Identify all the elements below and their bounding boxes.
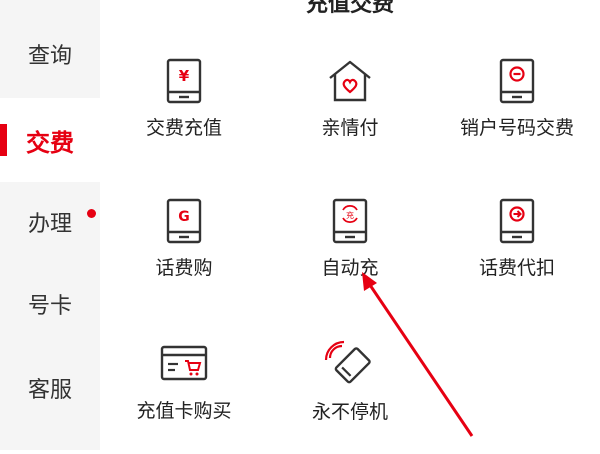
sidebar-item-handle[interactable]: 办理	[0, 180, 100, 264]
phone-auto-recharge-icon: 充	[332, 198, 368, 244]
home-heart-icon	[329, 60, 371, 102]
grid-item-label: 亲情付	[321, 117, 379, 139]
sidebar-item-label: 客服	[27, 378, 72, 403]
grid-item-auto-recharge[interactable]: 充 自动充	[280, 198, 420, 308]
grid-item-label: 自动充	[321, 257, 379, 279]
phone-signal-icon	[324, 340, 371, 384]
sidebar-item-card[interactable]: 号卡	[0, 262, 100, 346]
grid-item-label: 话费代扣	[478, 257, 555, 279]
grid-item-family-pay[interactable]: 亲情付	[280, 58, 420, 168]
grid-item-label: 交费充值	[145, 117, 222, 139]
sidebar-item-label: 交费	[26, 128, 74, 157]
phone-g-icon: G	[166, 198, 202, 244]
grid-item-never-suspend[interactable]: 永不停机	[280, 340, 420, 450]
section-title: 充值交费	[305, 0, 394, 17]
grid-item-label: 充值卡购买	[136, 400, 232, 422]
sidebar: 查询 交费 办理 号卡 客服	[0, 0, 100, 450]
phone-minus-icon	[499, 58, 535, 104]
sidebar-item-label: 查询	[27, 44, 72, 69]
grid-item-direct-debit[interactable]: 话费代扣	[447, 198, 587, 308]
phone-arrow-icon	[499, 198, 535, 244]
notification-dot	[87, 209, 96, 218]
grid-item-phone-shop[interactable]: G 话费购	[114, 198, 254, 308]
icon-glyph: ¥	[179, 67, 190, 85]
sidebar-item-label: 号卡	[27, 294, 72, 319]
grid-item-closed-number-pay[interactable]: 销户号码交费	[447, 58, 587, 168]
grid-item-label: 永不停机	[311, 401, 388, 423]
grid-item-label: 销户号码交费	[459, 117, 574, 139]
grid-item-buy-recharge-card[interactable]: 充值卡购买	[114, 344, 254, 454]
icon-glyph: G	[178, 209, 190, 225]
active-indicator	[0, 124, 7, 156]
grid-item-recharge[interactable]: ¥ 交费充值	[114, 58, 254, 168]
sidebar-item-payment[interactable]: 交费	[0, 98, 100, 182]
icon-glyph: 充	[346, 210, 354, 220]
card-cart-icon	[160, 345, 208, 381]
phone-yuan-icon: ¥	[166, 58, 202, 104]
sidebar-item-query[interactable]: 查询	[0, 12, 100, 96]
sidebar-item-label: 办理	[27, 212, 72, 237]
sidebar-item-service[interactable]: 客服	[0, 346, 100, 430]
grid-item-label: 话费购	[155, 257, 213, 279]
